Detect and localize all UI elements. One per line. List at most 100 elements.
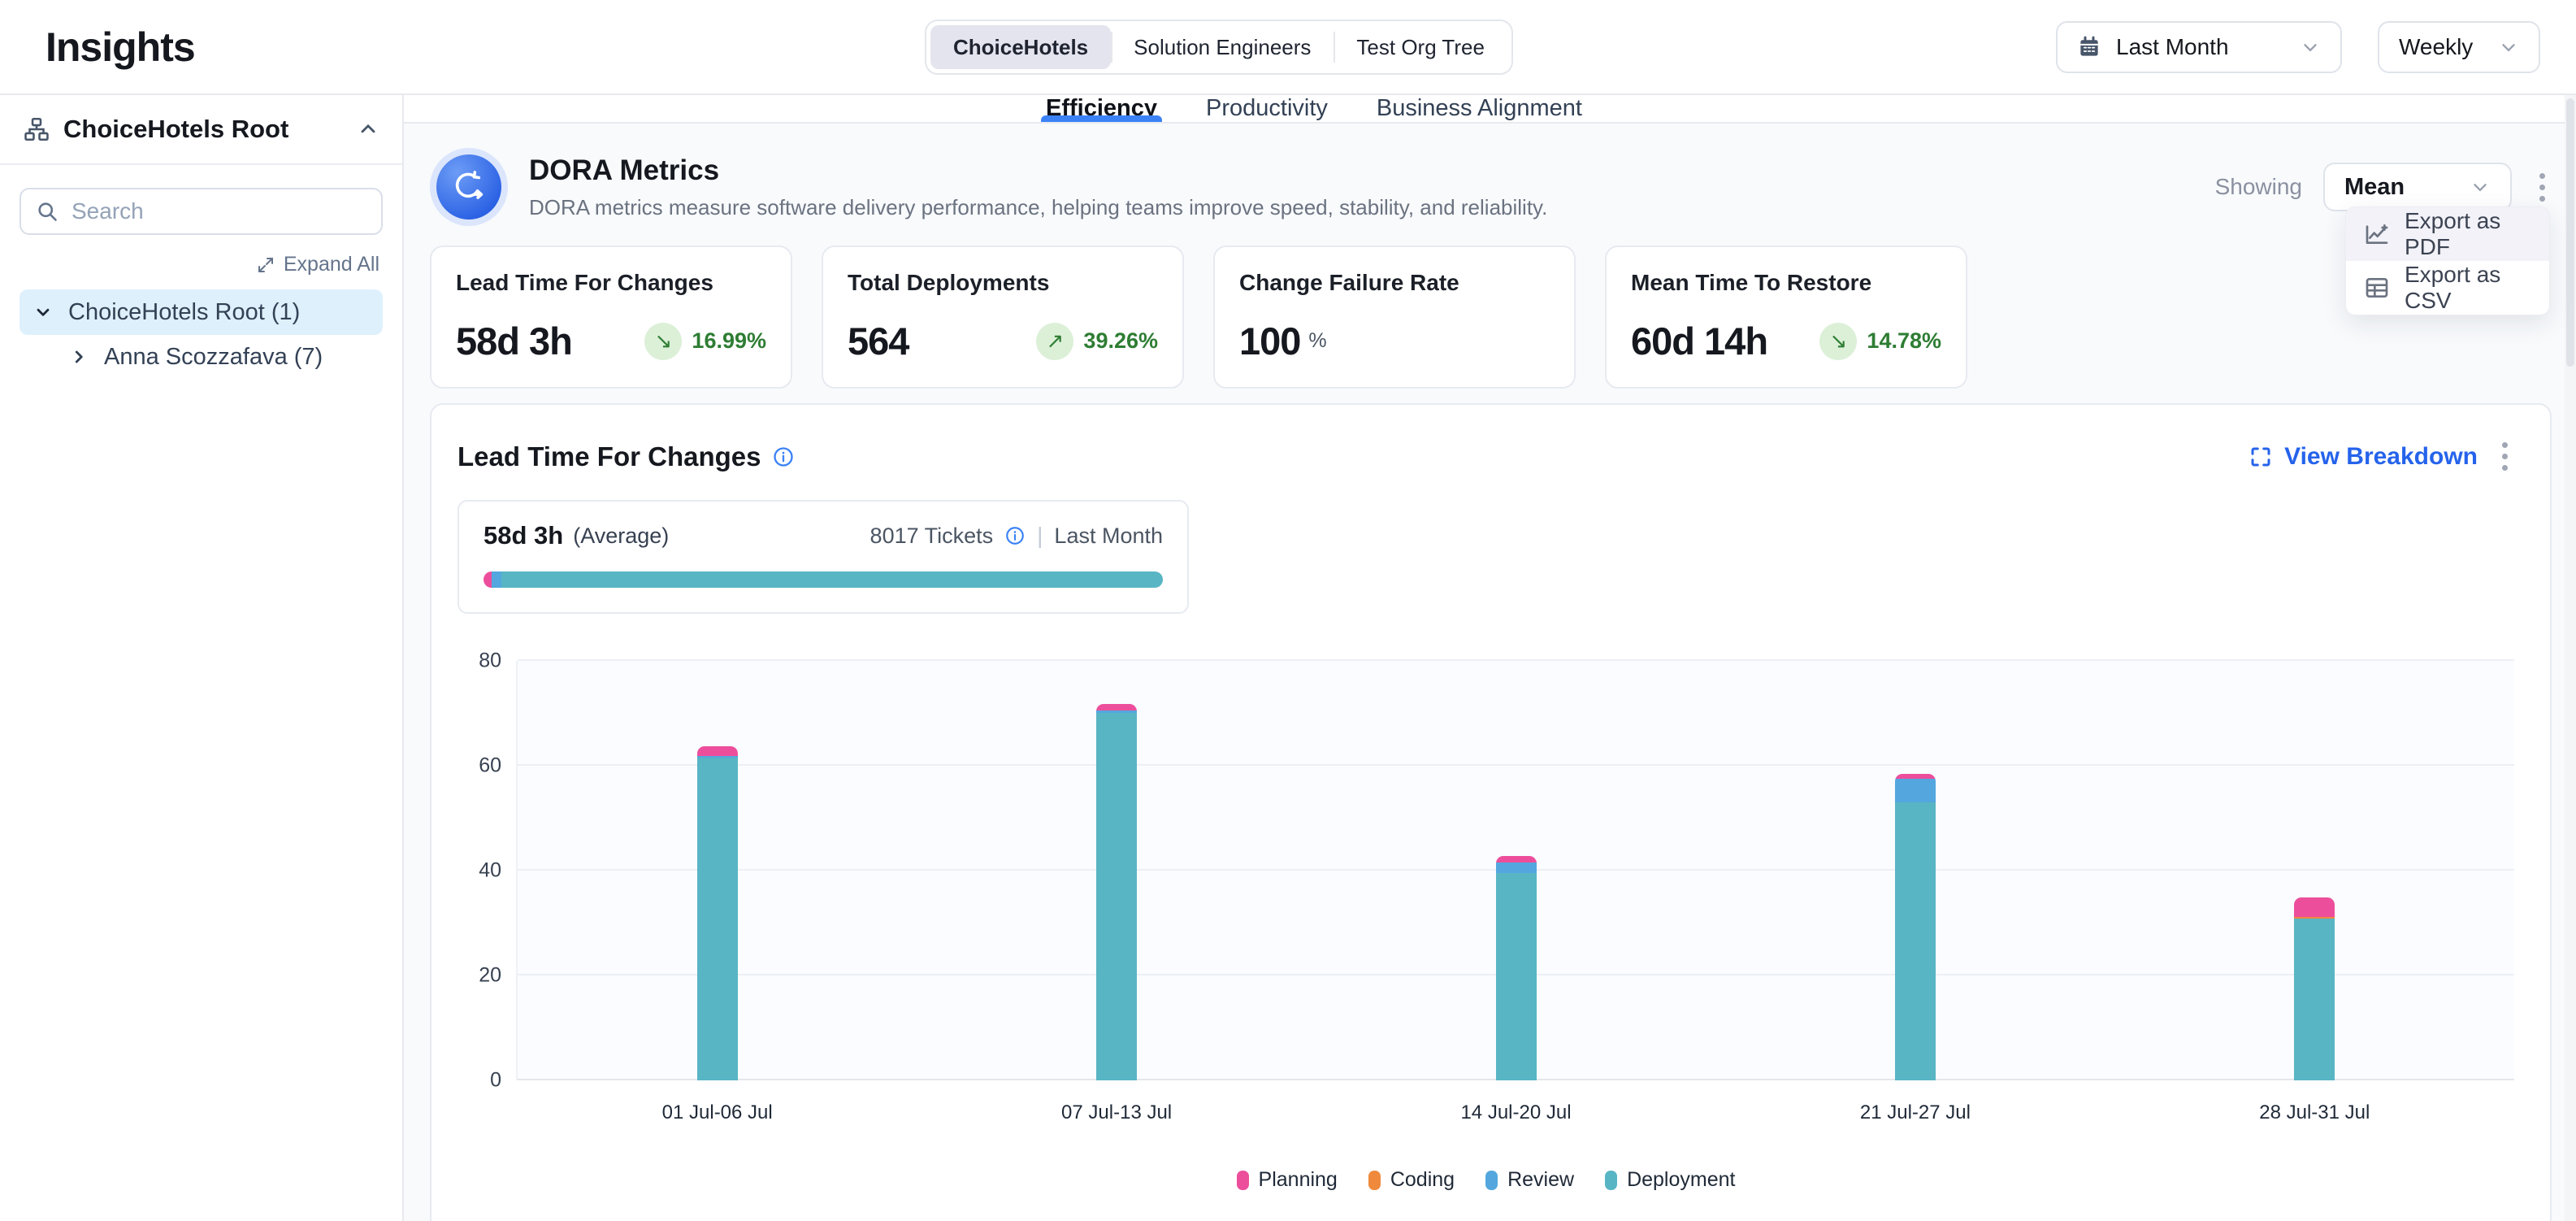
tab-label: Efficiency (1046, 95, 1157, 122)
legend-swatch (1605, 1171, 1617, 1190)
sidebar-header[interactable]: ChoiceHotels Root (0, 95, 402, 165)
tab-business-alignment[interactable]: Business Alignment (1377, 95, 1582, 122)
legend-item-review[interactable]: Review (1485, 1168, 1574, 1192)
info-icon[interactable] (772, 445, 795, 468)
card-mean-time-to-restore: Mean Time To Restore 60d 14h ↘ 14.78% (1605, 246, 1967, 389)
tab-label: Business Alignment (1377, 95, 1582, 122)
x-tick-label: 07 Jul-13 Jul (1061, 1102, 1172, 1124)
trend-down-icon: ↘ (1819, 323, 1857, 360)
legend-item-coding[interactable]: Coding (1368, 1168, 1455, 1192)
period-label: Last Month (1054, 524, 1163, 549)
x-tick-label: 21 Jul-27 Jul (1860, 1102, 1971, 1124)
scrollbar-thumb[interactable] (2566, 98, 2574, 367)
org-tab-label: Test Org Tree (1356, 35, 1485, 60)
x-tick-label: 14 Jul-20 Jul (1460, 1102, 1571, 1124)
progress-segment-deployment (501, 571, 1163, 588)
legend-label: Review (1507, 1168, 1574, 1192)
section-kebab-menu-button[interactable] (2496, 434, 2514, 479)
export-csv-item[interactable]: Export as CSV (2346, 261, 2549, 315)
org-segmented-control: ChoiceHotels Solution Engineers Test Org… (925, 20, 1513, 75)
search-input[interactable] (72, 198, 366, 224)
sidebar-search[interactable] (20, 188, 383, 235)
menu-item-label: Export as PDF (2405, 208, 2531, 260)
showing-value: Mean (2344, 174, 2405, 201)
bar-segment-deployment (697, 758, 738, 1080)
y-tick-label: 60 (479, 754, 501, 778)
chevron-down-icon (2300, 37, 2321, 58)
chevron-down-icon (2470, 176, 2491, 198)
y-tick-label: 40 (479, 859, 501, 883)
bar-segment-deployment (2294, 919, 2335, 1080)
granularity-select[interactable]: Weekly (2378, 21, 2540, 73)
tickets-count: 8017 Tickets (870, 524, 994, 549)
gridline (518, 764, 2514, 766)
search-icon (36, 200, 59, 223)
export-pdf-item[interactable]: Export as PDF (2346, 207, 2549, 261)
org-hierarchy-icon (23, 115, 50, 143)
card-value: 60d 14h (1631, 319, 1767, 363)
chevron-right-icon[interactable] (68, 346, 89, 367)
date-range-select[interactable]: Last Month (2056, 21, 2342, 73)
tab-label: Productivity (1206, 95, 1328, 122)
tab-productivity[interactable]: Productivity (1206, 95, 1328, 122)
progress-segment-planning (484, 571, 492, 588)
showing-select[interactable]: Mean (2323, 163, 2512, 211)
legend-item-planning[interactable]: Planning (1237, 1168, 1338, 1192)
stacked-bar[interactable] (2294, 897, 2335, 1080)
page-title: Insights (46, 24, 195, 71)
chevron-down-icon (2498, 37, 2519, 58)
dora-kebab-menu-button[interactable] (2533, 165, 2552, 210)
tab-efficiency[interactable]: Efficiency (1046, 95, 1157, 122)
calendar-icon (2077, 35, 2101, 59)
bar-segment-planning (2294, 897, 2335, 917)
bar-segment-planning (697, 746, 738, 756)
vertical-scrollbar[interactable] (2565, 95, 2576, 1221)
legend-label: Coding (1390, 1168, 1455, 1192)
trend-percent: 16.99% (692, 328, 766, 354)
chevron-up-icon[interactable] (357, 118, 379, 141)
view-breakdown-button[interactable]: View Breakdown (2249, 443, 2478, 471)
stacked-bar[interactable] (1895, 774, 1936, 1080)
stacked-bar[interactable] (1496, 856, 1537, 1080)
y-tick-label: 0 (490, 1069, 501, 1093)
progress-segment-review (492, 571, 501, 588)
tree-item-label: Anna Scozzafava (7) (104, 344, 323, 371)
legend-item-deployment[interactable]: Deployment (1605, 1168, 1735, 1192)
sidebar-root-label: ChoiceHotels Root (63, 115, 288, 144)
chevron-down-icon[interactable] (33, 302, 54, 323)
menu-item-label: Export as CSV (2405, 262, 2531, 314)
org-tab-label: Solution Engineers (1134, 35, 1311, 60)
expand-all-button[interactable]: Expand All (0, 253, 379, 276)
org-tab-choicehotels[interactable]: ChoiceHotels (930, 25, 1111, 69)
dora-title: DORA Metrics (529, 154, 1547, 187)
dora-cycle-icon (430, 148, 508, 226)
info-icon[interactable] (1004, 525, 1026, 546)
bar-segment-deployment (1096, 713, 1137, 1080)
main-tabs: Efficiency Productivity Business Alignme… (404, 95, 2576, 124)
stacked-bar[interactable] (697, 746, 738, 1080)
org-tree-sidebar: ChoiceHotels Root Expand All (0, 95, 404, 1221)
tree-item-root[interactable]: ChoiceHotels Root (1) (20, 289, 383, 335)
org-tab-test-org-tree[interactable]: Test Org Tree (1334, 25, 1507, 69)
stacked-bar[interactable] (1096, 704, 1137, 1080)
bar-segment-deployment (1895, 802, 1936, 1080)
tree-item-anna-scozzafava[interactable]: Anna Scozzafava (7) (55, 335, 383, 379)
expand-corners-icon (2249, 445, 2273, 469)
phase-progress-bar (484, 571, 1163, 588)
legend-swatch (1485, 1171, 1498, 1190)
chart-line-icon (2364, 221, 2390, 247)
showing-label: Showing (2215, 174, 2302, 200)
card-change-failure-rate: Change Failure Rate 100 % (1213, 246, 1576, 389)
card-total-deployments: Total Deployments 564 ↗ 39.26% (822, 246, 1184, 389)
export-menu: Export as PDF Export as CSV (2345, 206, 2550, 315)
granularity-value: Weekly (2399, 34, 2473, 60)
tree-item-label: ChoiceHotels Root (1) (68, 299, 300, 326)
card-value: 58d 3h (456, 319, 572, 363)
legend-label: Deployment (1627, 1168, 1735, 1192)
trend-percent: 14.78% (1867, 328, 1941, 354)
chart-y-axis: 020406080 (458, 661, 516, 1080)
dora-description: DORA metrics measure software delivery p… (529, 195, 1547, 220)
expand-all-label: Expand All (284, 253, 379, 276)
org-tree: ChoiceHotels Root (1) Anna Scozzafava (7… (20, 289, 383, 379)
org-tab-solution-engineers[interactable]: Solution Engineers (1111, 25, 1334, 69)
